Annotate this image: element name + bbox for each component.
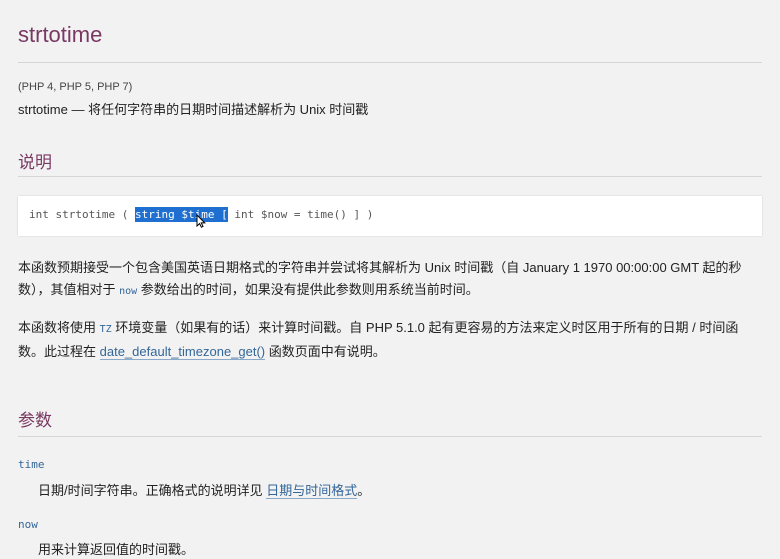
datetime-formats-link[interactable]: 日期与时间格式 (266, 483, 358, 499)
para2-text-d: 函数页面中有说明。 (265, 344, 386, 359)
description-divider (18, 176, 762, 177)
para2-text-a: 本函数将使用 (18, 320, 100, 335)
return-type: int (29, 208, 49, 221)
parameters-divider (18, 436, 762, 437)
description-paragraph-1: 本函数预期接受一个包含美国英语日期格式的字符串并尝试将其解析为 Unix 时间戳… (18, 257, 758, 303)
timezone-get-link[interactable]: date_default_timezone_get() (99, 344, 266, 360)
para1-line1: 本函数预期接受一个包含美国英语日期格式的字符串并尝试将其解析为 Unix 时间戳… (18, 260, 742, 275)
selected-text[interactable]: string $time [ (134, 207, 228, 222)
param-now-desc: 用来计算返回值的时间戳。 (38, 539, 194, 558)
now-param-code: now (119, 286, 138, 297)
page-title: strtotime (18, 22, 103, 47)
param-time-name: time (18, 458, 45, 471)
method-signature-box[interactable]: int strtotime ( string $time [ int $now … (18, 196, 762, 236)
title-divider (18, 62, 762, 63)
function-purpose: strtotime — 将任何字符串的日期时间描述解析为 Unix 时间戳 (18, 102, 369, 117)
tz-env-code: TZ (99, 324, 112, 335)
para1-text-b: 数），其值相对于 (18, 282, 120, 297)
parameters-heading: 参数 (18, 411, 52, 430)
param-time-desc: 日期/时间字符串。正确格式的说明详见 日期与时间格式。 (38, 480, 370, 499)
param-time-desc-text: 日期/时间字符串。正确格式的说明详见 (38, 483, 267, 498)
para1-text-c: 参数给出的时间，如果没有提供此参数则用系统当前时间。 (137, 282, 479, 297)
open-paren: ( (121, 208, 129, 221)
param-now-desc-text: 用来计算返回值的时间戳。 (38, 542, 195, 557)
mouse-pointer-icon (196, 214, 206, 228)
para2-text-c: 数。此过程在 (18, 344, 100, 359)
signature-rest: int $now = time() ] ) (234, 208, 374, 221)
param-now-name: now (18, 518, 38, 531)
description-heading: 说明 (18, 153, 52, 172)
para2-text-b: 环境变量（如果有的话）来计算时间戳。自 PHP 5.1.0 起有更容易的方法来定… (111, 320, 739, 335)
param-time-desc-end: 。 (357, 483, 371, 498)
doc-page: strtotime (PHP 4, PHP 5, PHP 7) strtotim… (0, 0, 780, 559)
description-paragraph-2: 本函数将使用 TZ 环境变量（如果有的话）来计算时间戳。自 PHP 5.1.0 … (18, 317, 758, 363)
php-versions: (PHP 4, PHP 5, PHP 7) (18, 81, 133, 93)
function-name: strtotime (55, 208, 116, 221)
